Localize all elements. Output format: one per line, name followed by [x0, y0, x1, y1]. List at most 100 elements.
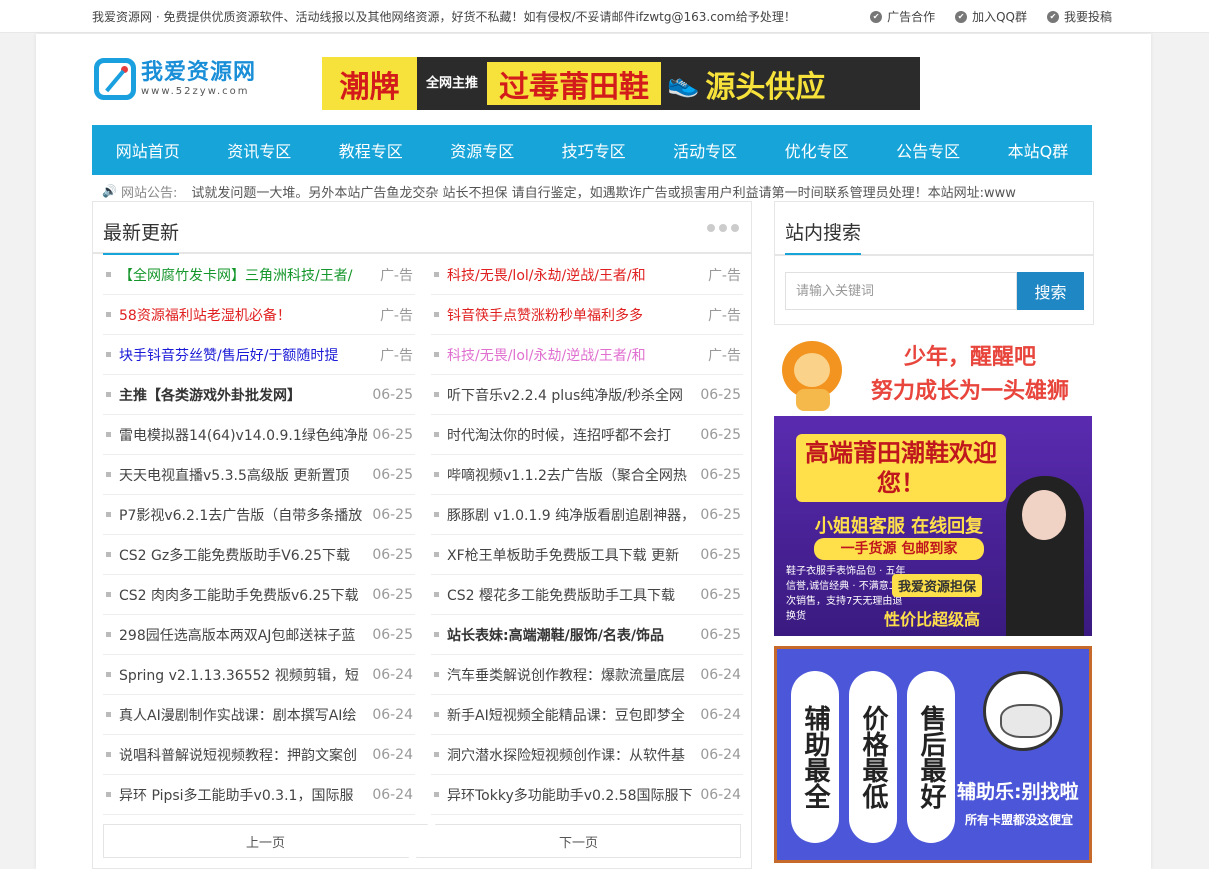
ad-cooperation-link[interactable]: ✔ 广告合作: [870, 8, 935, 25]
nav-tips[interactable]: 技巧专区: [552, 138, 636, 162]
item-title[interactable]: 【全网腐竹发卡网】三角洲科技/王者/: [119, 265, 367, 285]
list-item[interactable]: 汽车垂类解说创作教程：爆款流量底层 06-24: [431, 655, 743, 695]
search-header: 站内搜索: [775, 202, 1093, 256]
site-search-panel: 站内搜索 搜索: [774, 201, 1094, 325]
site-logo[interactable]: 我爱资源网 www.52zyw.com: [94, 56, 269, 102]
item-title[interactable]: 钭音筷手点赞涨粉秒单福利多多: [447, 305, 695, 325]
item-date: 广-告: [707, 347, 741, 364]
bullet-icon: [106, 632, 111, 637]
item-title[interactable]: 说唱科普解说短视频教程：押韵文案创: [119, 745, 367, 765]
nav-announcements[interactable]: 公告专区: [886, 138, 970, 162]
list-item[interactable]: CS2 Gz多工能免费版助手V6.25下载 06-25: [103, 535, 415, 575]
list-item[interactable]: 哔嘀视频v1.1.2去广告版（聚合全网热 06-25: [431, 455, 743, 495]
item-title[interactable]: 异环 Pipsi多工能助手v0.3.1，国际服: [119, 785, 367, 805]
nav-activities[interactable]: 活动专区: [663, 138, 747, 162]
ad1-line1: 少年，醒醒吧: [903, 345, 1036, 370]
prev-page-button[interactable]: 上一页: [103, 824, 428, 858]
item-date: 06-24: [372, 706, 413, 723]
list-item[interactable]: 听下音乐v2.2.4 plus纯净版/秒杀全网 06-25: [431, 375, 743, 415]
bullet-icon: [434, 752, 439, 757]
bullet-icon: [434, 432, 439, 437]
list-item[interactable]: 钭音筷手点赞涨粉秒单福利多多 广-告: [431, 295, 743, 335]
item-title[interactable]: 块手钭音芬丝赞/售后好/于额随时提: [119, 345, 367, 365]
list-item[interactable]: 洞穴潜水探险短视频创作课：从软件基 06-24: [431, 735, 743, 775]
nav-tutorials[interactable]: 教程专区: [329, 138, 413, 162]
list-item[interactable]: 站长表妹:高端潮鞋/服饰/名表/饰品 06-25: [431, 615, 743, 655]
submit-post-link[interactable]: ✔ 我要投稿: [1046, 8, 1112, 25]
nav-optimization[interactable]: 优化专区: [775, 138, 859, 162]
list-item[interactable]: 298园任选高版本两双AJ包邮送袜子蓝 06-25: [103, 615, 415, 655]
list-item[interactable]: CS2 肉肉多工能助手免费版v6.25下载 06-25: [103, 575, 415, 615]
list-item[interactable]: 时代淘汰你的时候，连招呼都不会打 06-25: [431, 415, 743, 455]
next-page-button[interactable]: 下一页: [416, 824, 741, 858]
item-title[interactable]: Spring v2.1.13.36552 视频剪辑，短: [119, 665, 367, 685]
check-circle-icon: ✔: [1046, 10, 1059, 23]
item-title[interactable]: 雷电模拟器14(64)v14.0.9.1绿色纯净版: [119, 425, 367, 445]
list-item[interactable]: 异环Tokky多功能助手v0.2.58国际服下 06-24: [431, 775, 743, 815]
more-dots-icon[interactable]: [707, 224, 739, 232]
item-title[interactable]: 真人AI漫剧制作实战课：剧本撰写AI绘: [119, 705, 367, 725]
item-title[interactable]: 天天电视直播v5.3.5高级版 更新置顶: [119, 465, 367, 485]
site-notice: 我爱资源网 · 免费提供优质资源软件、活动线报以及其他网络资源，好货不私藏！如有…: [92, 10, 796, 24]
nav-qq-group[interactable]: 本站Q群: [998, 138, 1079, 162]
list-item[interactable]: 58资源福利站老湿机必备！ 广-告: [103, 295, 415, 335]
ad1-line2: 努力成长为一头雄狮: [870, 379, 1069, 404]
item-title[interactable]: 异环Tokky多功能助手v0.2.58国际服下: [447, 785, 695, 805]
item-date: 06-25: [372, 466, 413, 483]
list-item[interactable]: 豚豚剧 v1.0.1.9 纯净版看剧追剧神器， 06-25: [431, 495, 743, 535]
item-title[interactable]: 科技/无畏/lol/永劫/逆战/王者/和: [447, 265, 695, 285]
item-date: 06-24: [372, 786, 413, 803]
list-item[interactable]: 新手AI短视频全能精品课：豆包即梦全 06-24: [431, 695, 743, 735]
item-title[interactable]: CS2 Gz多工能免费版助手V6.25下载: [119, 545, 367, 565]
nav-resources[interactable]: 资源专区: [440, 138, 524, 162]
item-title[interactable]: 时代淘汰你的时候，连招呼都不会打: [447, 425, 695, 445]
list-item[interactable]: 雷电模拟器14(64)v14.0.9.1绿色纯净版 06-25: [103, 415, 415, 455]
list-item[interactable]: 异环 Pipsi多工能助手v0.3.1，国际服 06-24: [103, 775, 415, 815]
item-title[interactable]: 站长表妹:高端潮鞋/服饰/名表/饰品: [447, 625, 695, 645]
item-title[interactable]: 哔嘀视频v1.1.2去广告版（聚合全网热: [447, 465, 695, 485]
item-title[interactable]: 298园任选高版本两双AJ包邮送袜子蓝: [119, 625, 367, 645]
sneaker-shop-ad[interactable]: 高端莆田潮鞋欢迎您！ 小姐姐客服 在线回复 一手货源 包邮到家 鞋子衣服手表饰品…: [774, 416, 1092, 636]
announcement-bar: 🔊 网站公告: 试就发问题一大堆。另外本站广告鱼龙交杂 站长不担保 请自行鉴定，…: [102, 181, 1092, 201]
header-banner-ad[interactable]: 潮牌 全网主推 过毒莆田鞋 👟 源头供应: [322, 57, 920, 110]
item-title[interactable]: XF枪王单板助手免费版工具下载 更新: [447, 545, 695, 565]
item-title[interactable]: 豚豚剧 v1.0.1.9 纯净版看剧追剧神器，: [447, 505, 695, 525]
item-title[interactable]: 汽车垂类解说创作教程：爆款流量底层: [447, 665, 695, 685]
list-item[interactable]: 【全网腐竹发卡网】三角洲科技/王者/广-告: [103, 255, 415, 295]
item-title[interactable]: 新手AI短视频全能精品课：豆包即梦全: [447, 705, 695, 725]
list-item[interactable]: 主推【各类游戏外卦批发网】 06-25: [103, 375, 415, 415]
banner-tag-text: 全网主推: [425, 75, 478, 91]
item-title[interactable]: CS2 樱花多工能免费版助手工具下载: [447, 585, 695, 605]
list-item[interactable]: 说唱科普解说短视频教程：押韵文案创 06-24: [103, 735, 415, 775]
search-button[interactable]: 搜索: [1017, 272, 1084, 310]
item-date: 06-25: [700, 586, 741, 603]
bullet-icon: [434, 792, 439, 797]
list-item[interactable]: 天天电视直播v5.3.5高级版 更新置顶 06-25: [103, 455, 415, 495]
list-item[interactable]: 科技/无畏/lol/永劫/逆战/王者/和 广-告: [431, 335, 743, 375]
pagination: 上一页 下一页: [103, 824, 741, 860]
item-date: 06-25: [372, 426, 413, 443]
item-date: 06-25: [700, 546, 741, 563]
item-title[interactable]: 洞穴潜水探险短视频创作课：从软件基: [447, 745, 695, 765]
item-date: 06-24: [700, 706, 741, 723]
search-input[interactable]: [785, 272, 1017, 310]
join-qq-group-link[interactable]: ✔ 加入QQ群: [955, 8, 1027, 25]
nav-home[interactable]: 网站首页: [106, 138, 190, 162]
item-title[interactable]: 58资源福利站老湿机必备！: [119, 305, 367, 325]
list-item[interactable]: P7影视v6.2.1去广告版（自带多条播放 06-25: [103, 495, 415, 535]
item-title[interactable]: 听下音乐v2.2.4 plus纯净版/秒杀全网: [447, 385, 695, 405]
list-item[interactable]: XF枪王单板助手免费版工具下载 更新 06-25: [431, 535, 743, 575]
item-title[interactable]: 主推【各类游戏外卦批发网】: [119, 385, 367, 405]
list-item[interactable]: 科技/无畏/lol/永劫/逆战/王者/和 广-告: [431, 255, 743, 295]
ad3-pill-1-text: 辅助最全: [800, 705, 830, 809]
list-item[interactable]: Spring v2.1.13.36552 视频剪辑，短 06-24: [103, 655, 415, 695]
item-title[interactable]: P7影视v6.2.1去广告版（自带多条播放: [119, 505, 367, 525]
list-item[interactable]: CS2 樱花多工能免费版助手工具下载 06-25: [431, 575, 743, 615]
list-item[interactable]: 真人AI漫剧制作实战课：剧本撰写AI绘 06-24: [103, 695, 415, 735]
lion-motivation-ad[interactable]: 少年，醒醒吧 努力成长为一头雄狮: [774, 335, 1092, 415]
game-assist-ad[interactable]: 辅助最全 价格最低 售后最好 辅助乐:别找啦 所有卡盟都没这便宜: [774, 646, 1092, 863]
list-item[interactable]: 块手钭音芬丝赞/售后好/于额随时提 广-告: [103, 335, 415, 375]
nav-news[interactable]: 资讯专区: [217, 138, 301, 162]
item-title[interactable]: 科技/无畏/lol/永劫/逆战/王者/和: [447, 345, 695, 365]
item-title[interactable]: CS2 肉肉多工能助手免费版v6.25下载: [119, 585, 367, 605]
